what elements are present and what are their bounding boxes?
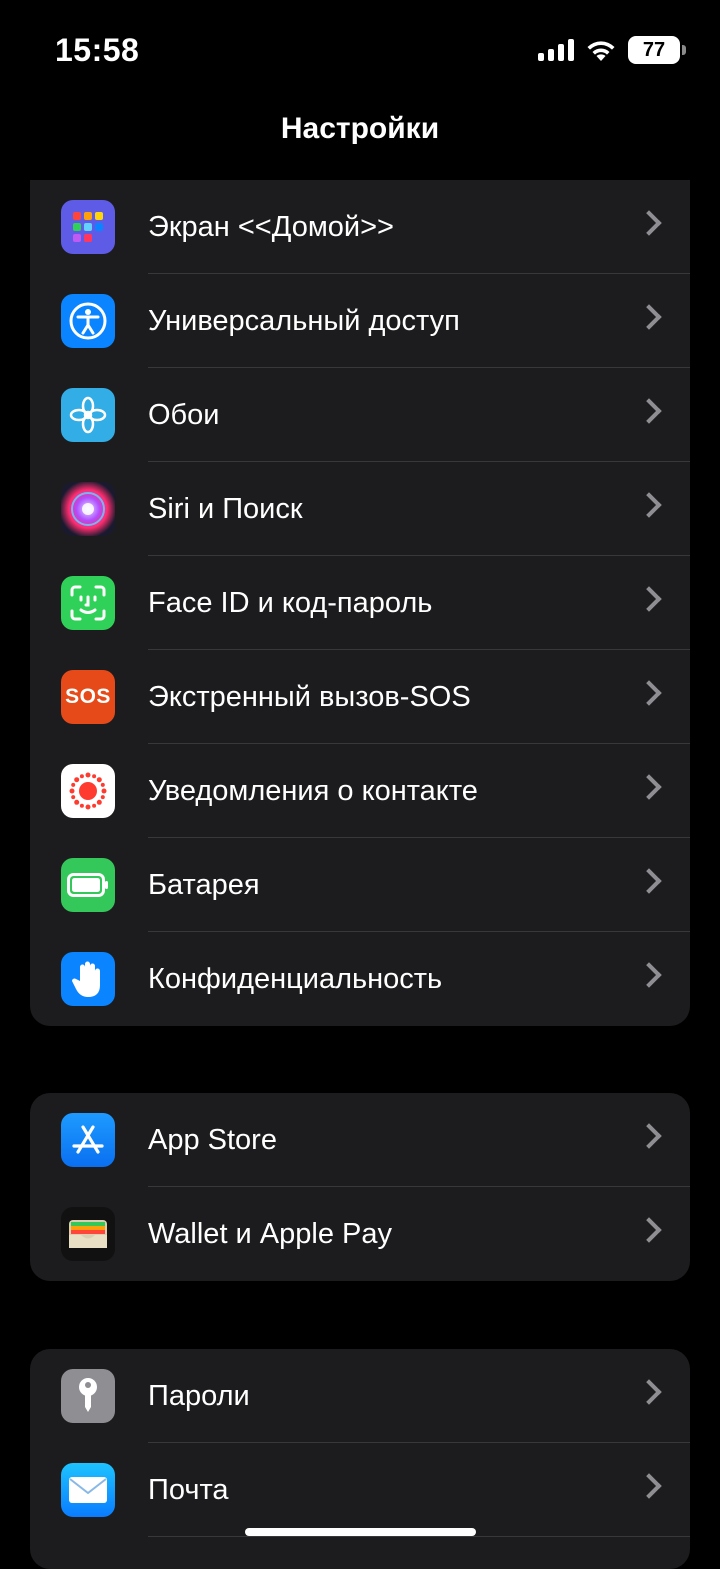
settings-row-label: Батарея: [148, 868, 260, 901]
app-store-icon: [61, 1113, 115, 1167]
chevron-right-icon: [636, 1379, 662, 1405]
settings-row-mail[interactable]: Почта: [30, 1443, 690, 1537]
chevron-right-icon: [636, 680, 662, 706]
chevron-right-icon: [636, 962, 662, 988]
home-screen-icon: [61, 200, 115, 254]
sos-icon: SOS: [61, 670, 115, 724]
battery-indicator: 77: [628, 36, 686, 64]
chevron-right-icon: [636, 868, 662, 894]
settings-row-app-store[interactable]: App Store: [30, 1093, 690, 1187]
settings-row-siri[interactable]: Siri и Поиск: [30, 462, 690, 556]
settings-row-label: Конфиденциальность: [148, 962, 443, 995]
wifi-icon: [587, 41, 615, 61]
settings-row-wallpaper[interactable]: Обои: [30, 368, 690, 462]
settings-row-privacy[interactable]: Конфиденциальность: [30, 932, 690, 1026]
siri-icon: [61, 482, 115, 536]
chevron-right-icon: [636, 1217, 662, 1243]
chevron-right-icon: [636, 586, 662, 612]
status-time: 15:58: [55, 32, 140, 68]
settings-row-label: Face ID и код-пароль: [148, 586, 433, 619]
settings-row-label: Экран <<Домой>>: [148, 210, 394, 243]
settings-group-apps: Пароли Почта: [30, 1349, 690, 1569]
wallpaper-icon: [61, 388, 115, 442]
chevron-right-icon: [636, 774, 662, 800]
settings-row-passwords[interactable]: Пароли: [30, 1349, 690, 1443]
settings-row-label: Универсальный доступ: [148, 304, 460, 337]
settings-row-wallet[interactable]: Wallet и Apple Pay: [30, 1187, 690, 1281]
settings-row-face-id[interactable]: Face ID и код-пароль: [30, 556, 690, 650]
settings-row-battery[interactable]: Батарея: [30, 838, 690, 932]
accessibility-icon: [61, 294, 115, 348]
settings-row-label: Siri и Поиск: [148, 492, 303, 525]
settings-row-label: Почта: [148, 1473, 229, 1506]
settings-row-label: Обои: [148, 398, 220, 431]
home-indicator[interactable]: [245, 1528, 476, 1536]
mail-icon: [61, 1463, 115, 1517]
settings-row-emergency-sos[interactable]: SOS Экстренный вызов-SOS: [30, 650, 690, 744]
status-bar: 15:58 77: [0, 0, 720, 100]
status-icons: 77: [538, 36, 686, 64]
passwords-key-icon: [61, 1369, 115, 1423]
settings-row-label: App Store: [148, 1123, 277, 1156]
settings-row-exposure-notifications[interactable]: Уведомления о контакте: [30, 744, 690, 838]
chevron-right-icon: [636, 210, 662, 236]
chevron-right-icon: [636, 492, 662, 518]
settings-row-label: Пароли: [148, 1379, 250, 1412]
wallet-icon: [61, 1207, 115, 1261]
page-title: Настройки: [280, 112, 440, 145]
chevron-right-icon: [636, 1473, 662, 1499]
exposure-notification-icon: [61, 764, 115, 818]
row-separator: [148, 1536, 690, 1537]
privacy-hand-icon: [61, 952, 115, 1006]
face-id-icon: [61, 576, 115, 630]
settings-row-label: Уведомления о контакте: [148, 774, 478, 807]
settings-group-general: Экран <<Домой>> Универсальный доступ Обо…: [30, 180, 690, 1026]
cellular-signal-icon: [538, 39, 574, 61]
chevron-right-icon: [636, 1123, 662, 1149]
settings-row-label: Wallet и Apple Pay: [148, 1217, 393, 1250]
settings-row-label: Экстренный вызов-SOS: [148, 680, 471, 713]
chevron-right-icon: [636, 398, 662, 424]
sos-icon-text: SOS: [65, 685, 111, 708]
settings-group-store: App Store Wallet и Apple Pay: [30, 1093, 690, 1281]
battery-icon: [61, 858, 115, 912]
settings-row-accessibility[interactable]: Универсальный доступ: [30, 274, 690, 368]
settings-row-home-screen[interactable]: Экран <<Домой>>: [30, 180, 690, 274]
chevron-right-icon: [636, 304, 662, 330]
